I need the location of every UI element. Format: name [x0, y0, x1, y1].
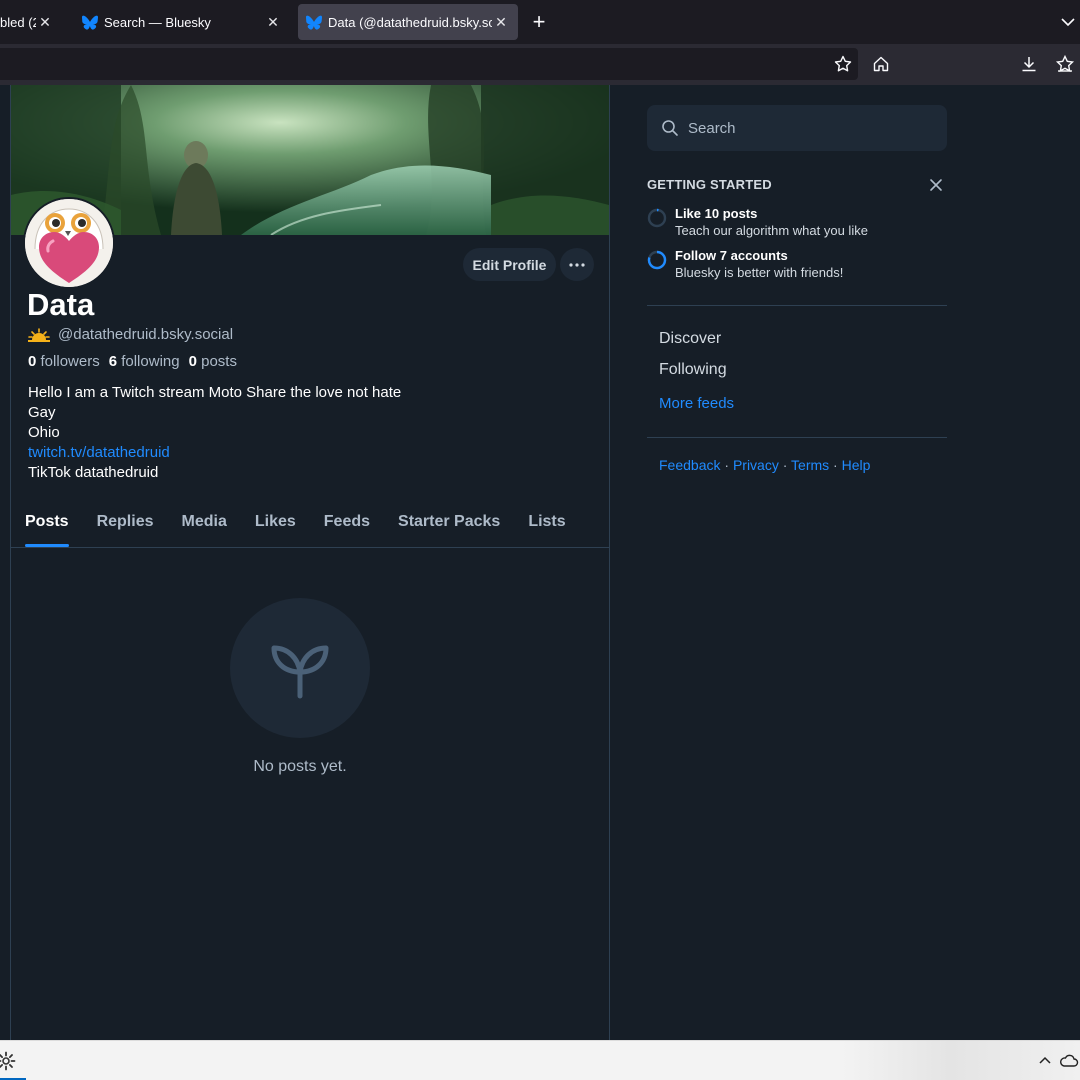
- browser-toolbar: [0, 44, 1080, 85]
- privacy-link[interactable]: Privacy: [733, 457, 779, 473]
- divider: [647, 437, 947, 438]
- display-name: Data: [27, 287, 95, 322]
- profile-handle: @datathedruid.bsky.social: [58, 326, 234, 343]
- item-title: Follow 7 accounts: [675, 248, 788, 263]
- edit-profile-button[interactable]: Edit Profile: [463, 248, 556, 281]
- bio-link[interactable]: twitch.tv/datathedruid: [28, 443, 401, 463]
- chevron-up-icon[interactable]: [1037, 1053, 1053, 1069]
- terms-link[interactable]: Terms: [791, 457, 829, 473]
- help-link[interactable]: Help: [842, 457, 871, 473]
- close-icon[interactable]: ✕: [492, 13, 510, 31]
- following-label: following: [121, 353, 180, 370]
- tab-lists[interactable]: Lists: [514, 505, 579, 547]
- feed-link-following[interactable]: Following: [659, 361, 727, 379]
- tab-feeds[interactable]: Feeds: [310, 505, 384, 547]
- item-subtitle: Bluesky is better with friends!: [675, 265, 844, 280]
- bio-line: TikTok datathedruid: [28, 464, 159, 481]
- following-count: 6: [108, 353, 118, 370]
- avatar[interactable]: [23, 197, 115, 289]
- separator: ·: [829, 457, 842, 473]
- followers-label: followers: [40, 353, 100, 370]
- bio-line: Ohio: [28, 424, 60, 441]
- search-input[interactable]: Search: [647, 105, 947, 151]
- cloud-icon[interactable]: [1059, 1052, 1079, 1070]
- profile-stats: 0 followers 6 following 0 posts: [28, 353, 237, 370]
- bio-line: Gay: [28, 404, 56, 421]
- bluesky-page: Edit Profile Data @datathedruid.bsky.soc…: [0, 85, 1080, 1040]
- tab-title: bled (202: [0, 14, 36, 30]
- footer-links: Feedback · Privacy · Terms · Help: [659, 457, 870, 473]
- separator: ·: [720, 457, 733, 473]
- progress-ring-icon: [647, 208, 667, 228]
- chevron-down-icon[interactable]: [1058, 12, 1078, 32]
- empty-state-illustration: [230, 598, 370, 738]
- sprout-icon: [271, 645, 329, 699]
- tab-posts[interactable]: Posts: [25, 505, 83, 547]
- browser-tab-active[interactable]: Data (@datathedruid.bsky.socia ✕: [298, 4, 518, 40]
- tab-title: Data (@datathedruid.bsky.socia: [328, 14, 492, 30]
- settings-gear-icon[interactable]: [0, 1051, 16, 1071]
- getting-started-item[interactable]: Follow 7 accounts Bluesky is better with…: [647, 248, 843, 281]
- profile-bio: Hello I am a Twitch stream Moto Share th…: [28, 383, 401, 483]
- home-icon[interactable]: [871, 54, 891, 74]
- bluesky-butterfly-icon: [306, 15, 322, 30]
- tab-likes[interactable]: Likes: [241, 505, 310, 547]
- bluesky-butterfly-icon: [82, 15, 98, 30]
- ellipsis-icon: [569, 262, 585, 267]
- posts-stat: 0 posts: [189, 353, 237, 370]
- feedback-link[interactable]: Feedback: [659, 457, 720, 473]
- address-bar[interactable]: [0, 48, 858, 80]
- extensions-icon[interactable]: [1055, 54, 1075, 74]
- tab-media[interactable]: Media: [168, 505, 241, 547]
- browser-tab-bar: bled (202 ✕ Search — Bluesky ✕ Data (@da…: [0, 0, 1080, 44]
- getting-started-title: GETTING STARTED: [647, 177, 772, 192]
- followers-stat[interactable]: 0 followers: [28, 353, 100, 370]
- handle-row: @datathedruid.bsky.social: [28, 326, 233, 343]
- sunrise-icon: [28, 327, 50, 342]
- more-options-button[interactable]: [560, 248, 594, 281]
- following-stat[interactable]: 6 following: [109, 353, 180, 370]
- followers-count: 0: [28, 353, 37, 370]
- bio-line: Hello I am a Twitch stream Moto Share th…: [28, 384, 402, 401]
- separator: ·: [778, 457, 792, 473]
- empty-state-text: No posts yet.: [253, 758, 347, 775]
- browser-tab[interactable]: bled (202 ✕: [0, 4, 62, 40]
- owl-heart-avatar-icon: [25, 199, 113, 287]
- tab-title: Search — Bluesky: [104, 14, 211, 30]
- tab-replies[interactable]: Replies: [83, 505, 168, 547]
- posts-label: posts: [201, 353, 237, 370]
- tab-starter-packs[interactable]: Starter Packs: [384, 505, 514, 547]
- close-icon[interactable]: [927, 176, 945, 194]
- profile-column: Edit Profile Data @datathedruid.bsky.soc…: [10, 85, 610, 1040]
- item-subtitle: Teach our algorithm what you like: [675, 223, 868, 238]
- download-icon[interactable]: [1019, 54, 1039, 74]
- progress-ring-icon: [647, 250, 667, 270]
- getting-started-item[interactable]: Like 10 posts Teach our algorithm what y…: [647, 206, 868, 239]
- bookmark-star-icon[interactable]: [833, 54, 853, 74]
- close-icon[interactable]: ✕: [264, 13, 282, 31]
- more-feeds-link[interactable]: More feeds: [659, 395, 734, 412]
- posts-count: 0: [188, 353, 197, 370]
- feed-link-discover[interactable]: Discover: [659, 330, 721, 348]
- os-taskbar: [0, 1040, 1080, 1080]
- search-placeholder: Search: [688, 119, 736, 137]
- new-tab-button[interactable]: +: [527, 9, 551, 34]
- item-title: Like 10 posts: [675, 206, 758, 221]
- profile-tabs: Posts Replies Media Likes Feeds Starter …: [11, 505, 609, 548]
- search-icon: [662, 120, 678, 136]
- close-icon[interactable]: ✕: [36, 13, 54, 31]
- divider: [647, 305, 947, 306]
- browser-tab[interactable]: Search — Bluesky ✕: [74, 4, 290, 40]
